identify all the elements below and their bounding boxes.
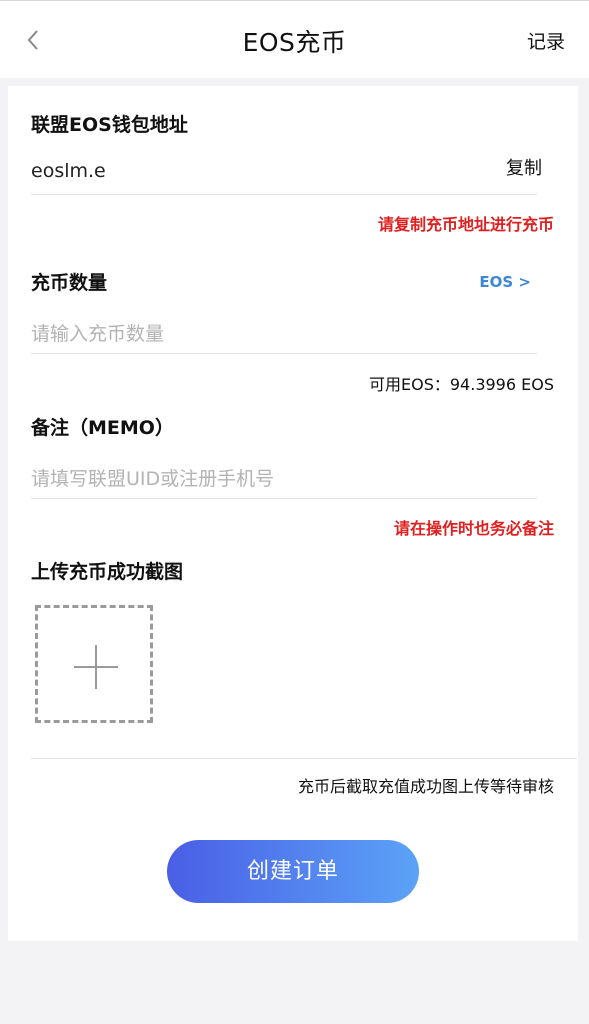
amount-label: 充币数量 [31,272,108,294]
copy-address-hint: 请复制充币地址进行充币 [377,215,554,234]
top-navigation-bar: EOS充币 记录 [0,0,589,78]
create-order-button[interactable]: 创建订单 [167,840,419,903]
upload-label: 上传充币成功截图 [31,561,184,583]
memo-placeholder: 请填写联盟UID或注册手机号 [31,468,275,490]
divider [31,758,577,759]
memo-input[interactable]: 请填写联盟UID或注册手机号 [31,458,537,499]
amount-placeholder: 请输入充币数量 [31,323,165,345]
page-title: EOS充币 [242,28,347,57]
wallet-address-value: eoslm.e [31,160,106,182]
upload-screenshot-button[interactable] [35,605,153,723]
wallet-address-field: eoslm.e 复制 [31,154,542,195]
memo-hint: 请在操作时也务必备注 [393,519,554,538]
currency-select-link[interactable]: EOS > [479,273,531,291]
copy-button[interactable]: 复制 [506,154,542,180]
memo-label: 备注（MEMO） [31,417,174,439]
available-balance: 可用EOS：94.3996 EOS [369,375,554,394]
wallet-address-label: 联盟EOS钱包地址 [31,114,188,136]
upload-hint: 充币后截取充值成功图上传等待审核 [297,777,554,796]
deposit-form-card: 联盟EOS钱包地址 eoslm.e 复制 请复制充币地址进行充币 充币数量 EO… [8,86,578,941]
record-button[interactable]: 记录 [527,27,565,54]
amount-input[interactable]: 请输入充币数量 [31,313,537,354]
